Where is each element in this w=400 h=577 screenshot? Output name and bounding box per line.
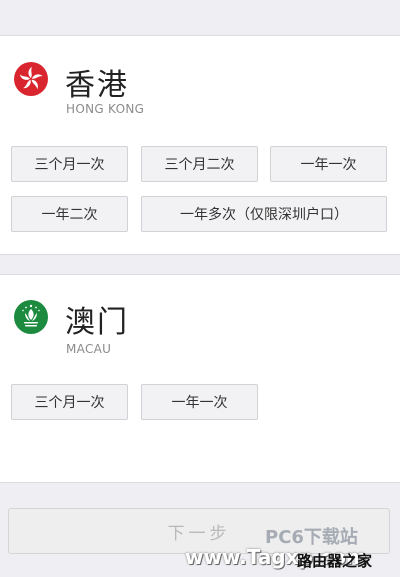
- region-name-en-hong-kong: HONG KONG: [66, 102, 145, 116]
- hong-kong-section: 香港 HONG KONG 三个月一次 三个月二次 一年一次 一年二次 一年多次（…: [0, 35, 400, 255]
- region-name-en-macau: MACAU: [66, 342, 112, 356]
- next-step-button[interactable]: 下一步: [8, 508, 390, 554]
- hk-option-three-months-twice[interactable]: 三个月二次: [141, 146, 258, 182]
- hk-option-one-year-twice[interactable]: 一年二次: [11, 196, 128, 232]
- hk-option-one-year-multiple[interactable]: 一年多次（仅限深圳户口）: [141, 196, 387, 232]
- hk-option-three-months-once[interactable]: 三个月一次: [11, 146, 128, 182]
- hong-kong-flag-icon: [14, 62, 48, 96]
- macau-flag-icon: [14, 300, 48, 334]
- mo-option-one-year-once[interactable]: 一年一次: [141, 384, 258, 420]
- macau-section: 澳门 MACAU 三个月一次 一年一次: [0, 274, 400, 483]
- region-name-macau: 澳门: [65, 305, 129, 340]
- region-name-hong-kong: 香港: [65, 68, 129, 103]
- mo-option-three-months-once[interactable]: 三个月一次: [11, 384, 128, 420]
- hk-option-one-year-once[interactable]: 一年一次: [270, 146, 387, 182]
